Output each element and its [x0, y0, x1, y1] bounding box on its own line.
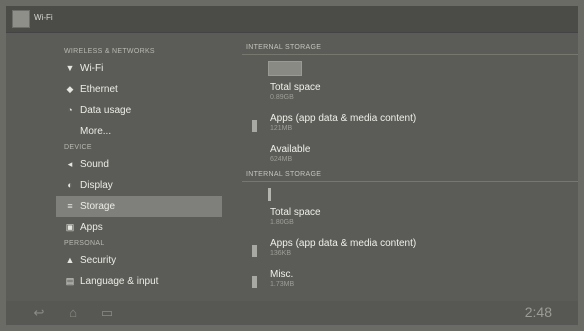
action-bar-title: Wi-Fi: [34, 13, 53, 22]
second-total-space-row[interactable]: Total space 1.80GB: [242, 201, 578, 232]
second-storage-header: INTERNAL STORAGE: [242, 169, 578, 182]
clock: 2:48: [524, 304, 552, 320]
second-apps-storage-row[interactable]: Apps (app data & media content) 136KB: [242, 232, 578, 263]
header-wireless: WIRELESS & NETWORKS: [64, 48, 155, 55]
second-total-space-value: 1.80GB: [270, 219, 294, 226]
keyboard-icon: ▤: [65, 276, 75, 286]
available-row[interactable]: Available 624MB: [242, 138, 578, 169]
storage-icon: ≡: [67, 201, 73, 211]
home-icon[interactable]: ⌂: [62, 304, 84, 322]
sidebar-item-security[interactable]: ▲ Security: [56, 250, 222, 271]
display-icon: ◐: [67, 180, 73, 190]
sidebar-item-label: More...: [80, 126, 112, 137]
total-space-row[interactable]: Total space 0.89GB: [242, 76, 578, 107]
second-apps-color-swatch: [252, 245, 257, 257]
settings-sidebar: WIRELESS & NETWORKS ▼ Wi-Fi ◆ Ethernet ◔…: [56, 46, 222, 292]
header-personal: PERSONAL: [64, 240, 105, 247]
available-label: Available: [270, 144, 311, 155]
sidebar-item-more[interactable]: More...: [56, 121, 222, 142]
sidebar-item-storage[interactable]: ≡ Storage: [56, 196, 222, 217]
data-usage-icon: ◔: [67, 105, 73, 115]
tablet-screen: Wi-Fi WIRELESS & NETWORKS ▼ Wi-Fi ◆ Ethe…: [6, 6, 578, 325]
second-storage-usage-bar: [268, 188, 271, 201]
apps-storage-value: 121MB: [270, 125, 293, 132]
sidebar-item-label: Data usage: [80, 105, 132, 116]
total-space-label: Total space: [270, 82, 321, 93]
storage-usage-bar: [268, 61, 302, 76]
second-apps-storage-value: 136KB: [270, 250, 292, 257]
second-apps-storage-label: Apps (app data & media content): [270, 238, 417, 249]
sidebar-item-label: Sound: [80, 159, 109, 170]
sidebar-item-display[interactable]: ◐ Display: [56, 175, 222, 196]
sidebar-item-label: Wi-Fi: [80, 63, 104, 74]
back-icon[interactable]: ↩: [28, 304, 50, 322]
ethernet-icon: ◆: [66, 84, 74, 94]
total-space-value: 0.89GB: [270, 94, 294, 101]
apps-icon: ▣: [65, 222, 75, 232]
apps-color-swatch: [252, 120, 257, 132]
storage-content: INTERNAL STORAGE Total space 0.89GB Apps…: [242, 42, 578, 294]
wifi-icon: ▼: [65, 63, 75, 73]
sidebar-item-ethernet[interactable]: ◆ Ethernet: [56, 79, 222, 100]
sidebar-item-label: Security: [80, 255, 117, 266]
lock-icon: ▲: [65, 255, 75, 265]
apps-storage-row[interactable]: Apps (app data & media content) 121MB: [242, 107, 578, 138]
sidebar-item-label: Display: [80, 180, 113, 191]
apps-storage-label: Apps (app data & media content): [270, 113, 417, 124]
sidebar-item-label: Apps: [80, 222, 103, 233]
sidebar-item-label: Ethernet: [80, 84, 118, 95]
sidebar-item-data-usage[interactable]: ◔ Data usage: [56, 100, 222, 121]
action-bar: Wi-Fi: [6, 6, 578, 33]
misc-color-swatch: [252, 276, 257, 288]
sidebar-item-wifi[interactable]: ▼ Wi-Fi: [56, 58, 222, 79]
misc-row[interactable]: Misc. 1.73MB: [242, 263, 578, 294]
internal-storage-header: INTERNAL STORAGE: [242, 42, 578, 55]
settings-app-icon[interactable]: [12, 10, 30, 28]
recent-apps-icon[interactable]: ▭: [96, 304, 118, 322]
misc-label: Misc.: [270, 269, 294, 280]
sidebar-item-label: Storage: [80, 201, 116, 212]
sidebar-item-language[interactable]: ▤ Language & input: [56, 271, 222, 292]
header-device: DEVICE: [64, 144, 92, 151]
sidebar-item-apps[interactable]: ▣ Apps: [56, 217, 222, 238]
sound-icon: ◂: [67, 159, 73, 169]
second-total-space-label: Total space: [270, 207, 321, 218]
system-nav-bar: ↩ ⌂ ▭ 2:48: [6, 301, 578, 325]
sidebar-item-label: Language & input: [80, 276, 159, 287]
misc-value: 1.73MB: [270, 281, 295, 288]
sidebar-item-sound[interactable]: ◂ Sound: [56, 154, 222, 175]
available-value: 624MB: [270, 156, 293, 163]
